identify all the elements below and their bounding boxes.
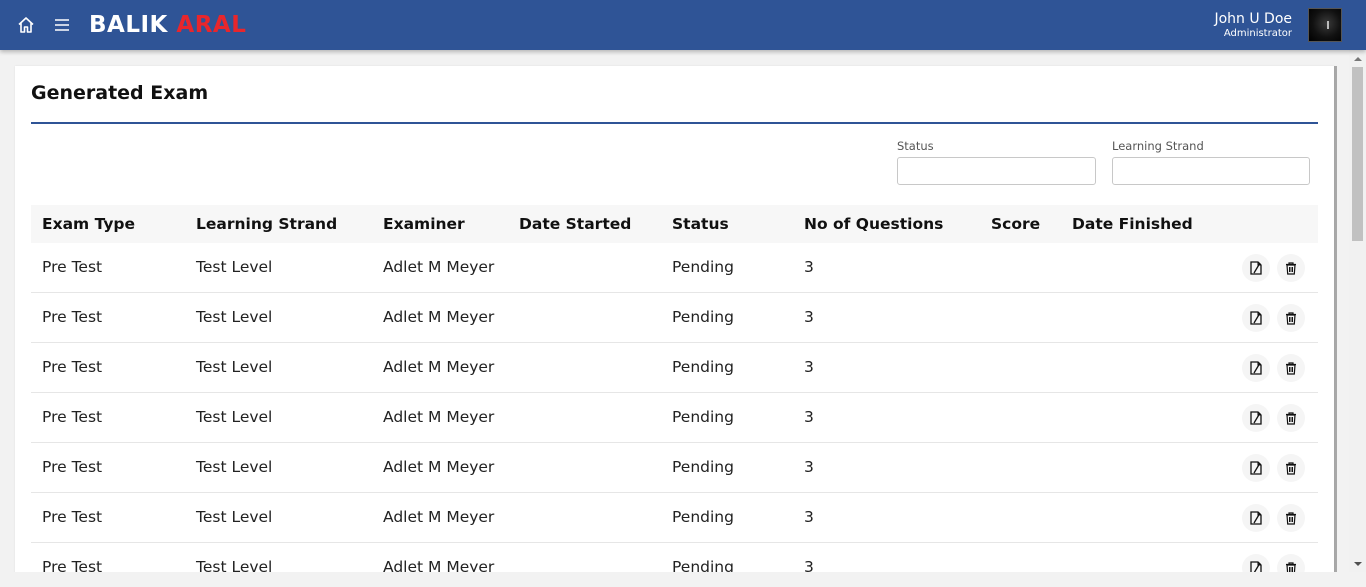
cell-status: Pending: [672, 308, 734, 326]
cell-examiner: Adlet M Meyer: [383, 508, 495, 526]
table-row[interactable]: Pre Test Test Level Adlet M Meyer Pending 3: [31, 243, 1318, 293]
cell-learning-strand: Test Level: [196, 358, 273, 376]
cell-examiner: Adlet M Meyer: [383, 258, 495, 276]
edit-icon[interactable]: [1242, 354, 1270, 382]
cell-status: Pending: [672, 458, 734, 476]
column-header-status[interactable]: Status: [672, 205, 729, 243]
delete-icon[interactable]: [1277, 404, 1305, 432]
cell-learning-strand: Test Level: [196, 458, 273, 476]
column-header-score[interactable]: Score: [991, 205, 1040, 243]
brand-text-primary: BALIK: [89, 12, 168, 38]
cell-learning-strand: Test Level: [196, 508, 273, 526]
home-icon[interactable]: [16, 15, 36, 35]
cell-examiner: Adlet M Meyer: [383, 358, 495, 376]
main-card: Generated Exam Status Learning Strand Ex…: [15, 66, 1334, 587]
cell-exam-type: Pre Test: [42, 308, 103, 326]
status-filter-label: Status: [897, 139, 934, 153]
top-navbar: BALIK ARAL John U Doe Administrator: [0, 0, 1366, 50]
edit-icon[interactable]: [1242, 404, 1270, 432]
cell-examiner: Adlet M Meyer: [383, 458, 495, 476]
scrollbar-thumb[interactable]: [1352, 67, 1363, 241]
column-header-learning-strand[interactable]: Learning Strand: [196, 205, 337, 243]
avatar[interactable]: [1308, 8, 1342, 42]
title-divider: [31, 122, 1318, 124]
cell-status: Pending: [672, 408, 734, 426]
user-role: Administrator: [1223, 28, 1292, 39]
cell-no-of-questions: 3: [804, 358, 814, 376]
page-title: Generated Exam: [31, 82, 209, 104]
table-row[interactable]: Pre Test Test Level Adlet M Meyer Pending 3: [31, 343, 1318, 393]
user-name: John U Doe: [1214, 11, 1292, 27]
brand-text-accent: ARAL: [176, 12, 247, 38]
learning-strand-filter: Learning Strand: [1112, 139, 1310, 185]
edit-icon[interactable]: [1242, 454, 1270, 482]
status-filter-input[interactable]: [897, 157, 1096, 185]
cell-no-of-questions: 3: [804, 508, 814, 526]
edit-icon[interactable]: [1242, 254, 1270, 282]
delete-icon[interactable]: [1277, 354, 1305, 382]
delete-icon[interactable]: [1277, 304, 1305, 332]
cell-exam-type: Pre Test: [42, 408, 103, 426]
brand-logo[interactable]: BALIK ARAL: [89, 11, 246, 39]
delete-icon[interactable]: [1277, 454, 1305, 482]
edit-icon[interactable]: [1242, 504, 1270, 532]
cell-no-of-questions: 3: [804, 458, 814, 476]
cell-exam-type: Pre Test: [42, 358, 103, 376]
cell-status: Pending: [672, 358, 734, 376]
delete-icon[interactable]: [1277, 504, 1305, 532]
cell-examiner: Adlet M Meyer: [383, 408, 495, 426]
learning-strand-filter-label: Learning Strand: [1112, 139, 1204, 153]
cell-no-of-questions: 3: [804, 258, 814, 276]
exam-table: Exam Type Learning Strand Examiner Date …: [31, 205, 1318, 587]
cell-no-of-questions: 3: [804, 408, 814, 426]
table-row[interactable]: Pre Test Test Level Adlet M Meyer Pending 3: [31, 493, 1318, 543]
column-header-date-finished[interactable]: Date Finished: [1072, 205, 1193, 243]
scroll-up-icon[interactable]: [1349, 50, 1366, 67]
cell-exam-type: Pre Test: [42, 508, 103, 526]
cell-learning-strand: Test Level: [196, 408, 273, 426]
menu-icon[interactable]: [52, 15, 72, 35]
card-edge: [1334, 66, 1337, 587]
scroll-down-icon[interactable]: [1349, 555, 1366, 572]
edit-icon[interactable]: [1242, 304, 1270, 332]
status-filter: Status: [897, 139, 1096, 185]
column-header-examiner[interactable]: Examiner: [383, 205, 465, 243]
user-info[interactable]: John U Doe Administrator: [1214, 10, 1292, 40]
column-header-exam-type[interactable]: Exam Type: [42, 205, 135, 243]
cell-status: Pending: [672, 258, 734, 276]
cell-learning-strand: Test Level: [196, 258, 273, 276]
delete-icon[interactable]: [1277, 254, 1305, 282]
column-header-date-started[interactable]: Date Started: [519, 205, 631, 243]
cell-exam-type: Pre Test: [42, 258, 103, 276]
table-row[interactable]: Pre Test Test Level Adlet M Meyer Pending 3: [31, 443, 1318, 493]
cell-status: Pending: [672, 508, 734, 526]
table-body: Pre Test Test Level Adlet M Meyer Pending 3 P…: [31, 243, 1318, 587]
page-scrollbar[interactable]: [1349, 50, 1366, 572]
cell-learning-strand: Test Level: [196, 308, 273, 326]
column-header-no-of-questions[interactable]: No of Questions: [804, 205, 943, 243]
window-bottom: [0, 572, 1366, 587]
table-header: Exam Type Learning Strand Examiner Date …: [31, 205, 1318, 243]
cell-no-of-questions: 3: [804, 308, 814, 326]
cell-examiner: Adlet M Meyer: [383, 308, 495, 326]
learning-strand-filter-input[interactable]: [1112, 157, 1310, 185]
table-row[interactable]: Pre Test Test Level Adlet M Meyer Pending 3: [31, 393, 1318, 443]
cell-exam-type: Pre Test: [42, 458, 103, 476]
table-row[interactable]: Pre Test Test Level Adlet M Meyer Pending 3: [31, 293, 1318, 343]
